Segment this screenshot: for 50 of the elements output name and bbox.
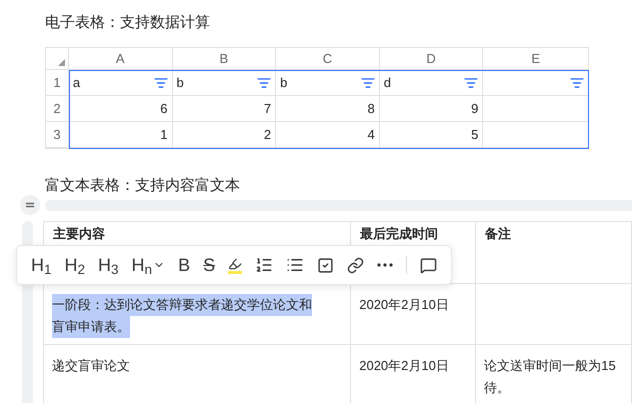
table-cell-text: 2 <box>264 126 272 144</box>
checkbox-icon <box>317 256 334 274</box>
table-cell-text: 一阶段：达到论文答辩要求者递交学位论文和 盲审申请表。 <box>52 294 312 338</box>
section-title: 富文本表格：支持内容富文本 <box>45 176 241 196</box>
table-cell-text: 论文送审时间一般为15 待。 <box>484 357 616 397</box>
row-header[interactable]: 3 <box>46 122 69 147</box>
heading-button[interactable]: H$_{2}$ <box>58 251 92 279</box>
heading-menu-button[interactable]: H$_{n}$ <box>126 251 172 279</box>
table-cell-text: a <box>72 74 82 92</box>
table-cell-text: 4 <box>368 126 375 144</box>
bullet-list-icon <box>286 256 304 274</box>
table-cell-text: 2020年2月10日 <box>359 296 449 314</box>
link-icon <box>347 256 364 274</box>
table-cell-text: 递交盲审论文 <box>52 357 130 375</box>
section-title: 电子表格：支持数据计算 <box>45 13 211 33</box>
filter-icon[interactable] <box>570 76 584 90</box>
highlighter-icon <box>228 256 242 274</box>
heading-button[interactable]: H$_{3}$ <box>92 251 125 279</box>
table-cell-text: 7 <box>264 100 272 118</box>
table-cell-text: 9 <box>471 100 478 118</box>
bold-button[interactable]: B <box>172 251 196 279</box>
column-header: 主要内容 <box>53 226 106 241</box>
filter-icon[interactable] <box>154 76 168 90</box>
column-header[interactable]: B <box>172 48 276 69</box>
table-cell-text: 2020年2月10日 <box>359 357 449 375</box>
comment-icon <box>420 256 438 274</box>
select-all-corner-icon[interactable] <box>58 59 65 66</box>
filter-icon[interactable] <box>464 76 478 90</box>
table-cell-text: b <box>176 74 185 92</box>
strikethrough-button[interactable]: S <box>197 251 222 279</box>
table-cell-text: 5 <box>471 126 478 144</box>
column-header[interactable]: A <box>68 48 173 69</box>
filter-icon[interactable] <box>360 76 375 90</box>
table-cell-text: 8 <box>368 100 375 118</box>
row-header[interactable]: 2 <box>46 96 69 121</box>
table-cell-text: b <box>280 74 288 92</box>
table-cell-text: 1 <box>160 126 168 144</box>
column-header[interactable]: D <box>380 48 484 69</box>
column-header: 最后完成时间 <box>360 226 438 241</box>
column-header: 备注 <box>485 226 512 241</box>
table-cell-text: d <box>384 74 392 92</box>
more-icon <box>377 263 394 267</box>
column-header[interactable]: C <box>276 48 380 69</box>
table-cell-text: 6 <box>160 100 168 118</box>
drag-handle[interactable] <box>20 195 40 215</box>
row-header[interactable]: 1 <box>46 70 69 95</box>
column-header[interactable]: E <box>483 48 588 69</box>
heading-button[interactable]: H$_{1}$ <box>25 251 58 279</box>
numbered-list-icon <box>255 256 274 274</box>
filter-icon[interactable] <box>257 76 272 90</box>
